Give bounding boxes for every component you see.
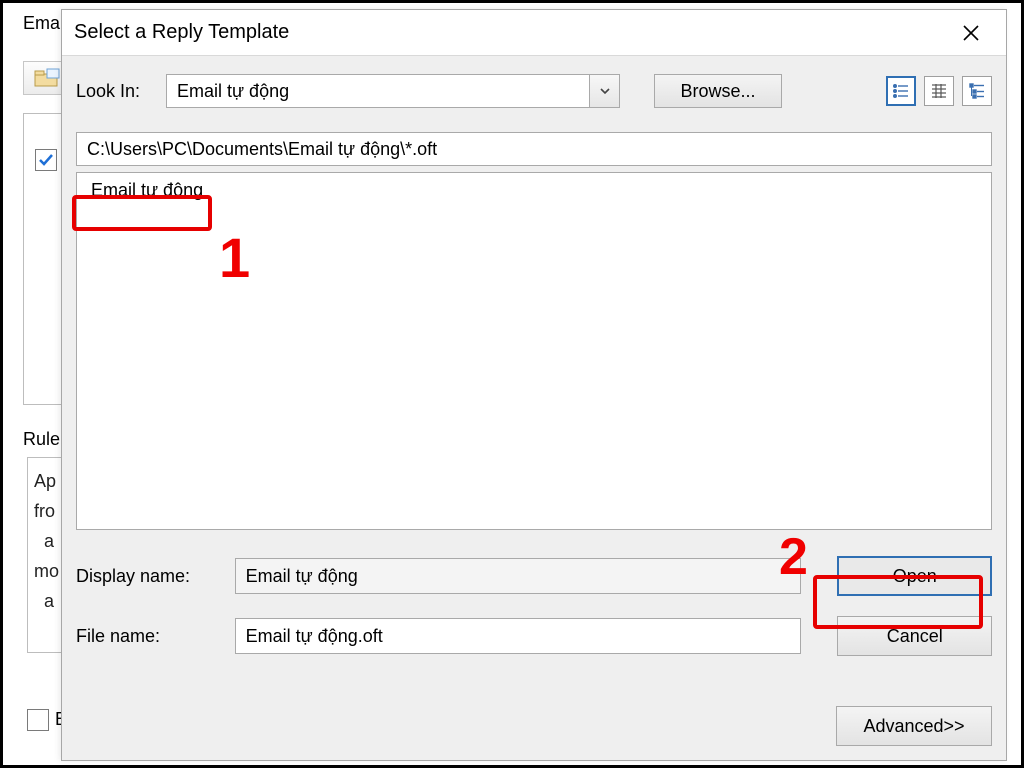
file-list[interactable]: Email tự động xyxy=(76,172,992,530)
path-text: C:\Users\PC\Documents\Email tự động\*.of… xyxy=(87,139,437,160)
browse-button[interactable]: Browse... xyxy=(654,74,782,108)
display-name-value: Email tự động xyxy=(246,566,358,587)
close-icon xyxy=(962,24,980,42)
bg-title-fragment: Emai xyxy=(23,13,64,34)
combo-dropdown-button[interactable] xyxy=(589,75,619,107)
chevron-down-icon xyxy=(599,85,611,97)
folder-icon xyxy=(34,68,60,88)
file-item[interactable]: Email tự động xyxy=(83,177,211,204)
bg-rule-label: Rule xyxy=(23,429,60,450)
dialog-title: Select a Reply Template xyxy=(74,21,289,44)
cancel-button[interactable]: Cancel xyxy=(837,616,992,656)
open-label: Open xyxy=(893,566,937,587)
checkmark-icon xyxy=(37,151,55,169)
look-in-label: Look In: xyxy=(76,81,156,102)
file-name-field[interactable]: Email tự động.oft xyxy=(235,618,802,654)
cancel-label: Cancel xyxy=(887,626,943,647)
titlebar: Select a Reply Template xyxy=(62,10,1006,56)
tree-view-icon xyxy=(967,81,987,101)
browse-label: Browse... xyxy=(680,81,755,102)
close-button[interactable] xyxy=(948,10,994,56)
details-view-icon xyxy=(929,81,949,101)
path-display: C:\Users\PC\Documents\Email tự động\*.of… xyxy=(76,132,992,166)
open-button[interactable]: Open xyxy=(837,556,992,596)
file-name-value: Email tự động.oft xyxy=(246,626,383,647)
select-template-dialog: Select a Reply Template Look In: Email t… xyxy=(61,9,1007,761)
look-in-combo[interactable]: Email tự động xyxy=(166,74,620,108)
view-tree-button[interactable] xyxy=(962,76,992,106)
display-name-label: Display name: xyxy=(76,566,221,587)
advanced-button[interactable]: Advanced>> xyxy=(836,706,992,746)
bg-rule-checkbox[interactable] xyxy=(35,149,57,171)
list-view-icon xyxy=(891,81,911,101)
bg-enable-checkbox[interactable] xyxy=(27,709,49,731)
view-list-button[interactable] xyxy=(886,76,916,106)
display-name-field: Email tự động xyxy=(235,558,802,594)
advanced-label: Advanced>> xyxy=(863,716,964,737)
file-name-label: File name: xyxy=(76,626,221,647)
view-details-button[interactable] xyxy=(924,76,954,106)
look-in-value: Email tự động xyxy=(167,81,589,102)
